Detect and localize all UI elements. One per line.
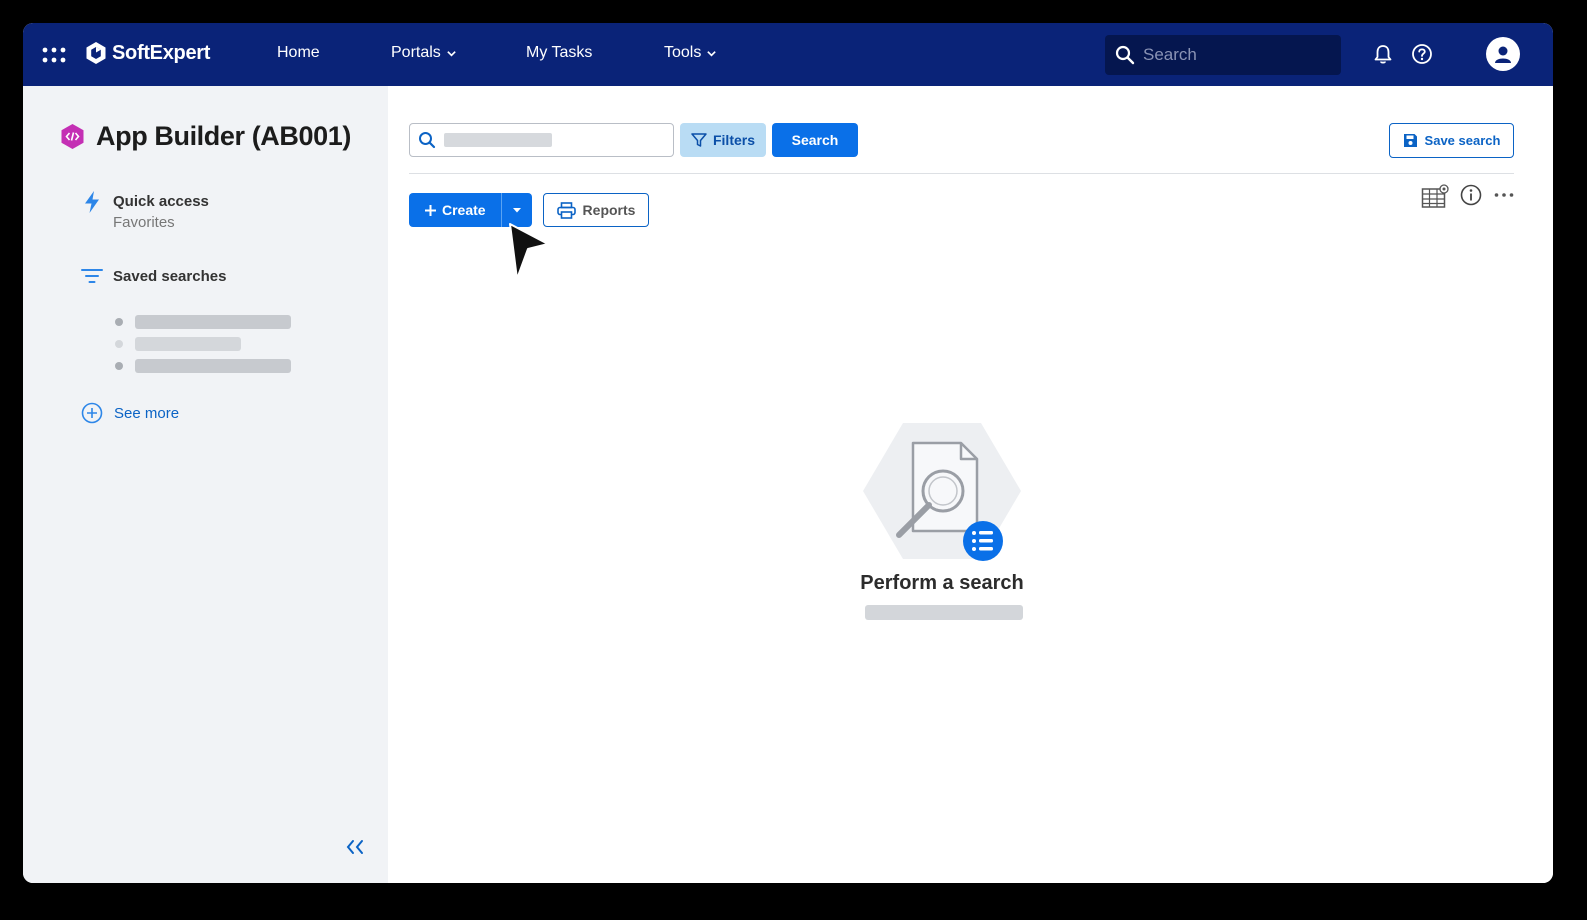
reports-button[interactable]: Reports (543, 193, 649, 227)
saved-searches-list (115, 311, 291, 377)
global-search-input[interactable] (1143, 45, 1323, 65)
list-item[interactable] (115, 355, 291, 377)
save-search-button[interactable]: Save search (1389, 123, 1514, 158)
nav-home[interactable]: Home (277, 44, 320, 62)
filter-lines-icon (81, 269, 103, 283)
filter-icon (691, 133, 707, 147)
search-button-label: Search (791, 132, 839, 148)
printer-icon (556, 201, 576, 219)
collapse-sidebar-icon[interactable] (345, 838, 367, 856)
mouse-pointer-icon (509, 223, 549, 280)
app-builder-icon (61, 124, 84, 149)
caret-down-icon (513, 208, 521, 213)
search-button[interactable]: Search (772, 123, 858, 157)
filters-button[interactable]: Filters (680, 123, 766, 157)
toolbar-divider (409, 173, 1514, 174)
lightning-icon (85, 191, 99, 213)
quick-access-subtitle[interactable]: Favorites (113, 214, 175, 231)
saved-searches-header[interactable]: Saved searches (81, 266, 226, 286)
search-icon (419, 132, 436, 149)
nav-tools-label: Tools (664, 44, 702, 61)
softexpert-logo-icon (86, 42, 106, 64)
quick-access-title: Quick access (113, 193, 209, 210)
brand-logo[interactable]: SoftExpert (84, 41, 210, 65)
info-icon[interactable] (1460, 184, 1482, 206)
list-item[interactable] (115, 333, 291, 355)
bullet (115, 318, 123, 326)
chevron-down-icon (707, 50, 717, 57)
skeleton-placeholder (135, 359, 291, 373)
bullet (115, 340, 123, 348)
search-input[interactable] (409, 123, 674, 157)
create-button[interactable]: Create (409, 193, 501, 227)
search-input-placeholder (444, 133, 552, 147)
list-item[interactable] (115, 311, 291, 333)
nav-my-tasks-label: My Tasks (526, 44, 593, 61)
app-title: App Builder (AB001) (59, 121, 351, 152)
main-content: Filters Search Save search Create Report… (388, 86, 1553, 883)
chevron-down-icon (447, 50, 456, 57)
more-options-icon[interactable] (1493, 184, 1515, 206)
empty-state-subtitle-placeholder (865, 605, 1023, 620)
app-title-text: App Builder (AB001) (96, 121, 351, 151)
reports-label: Reports (582, 202, 636, 218)
table-settings-icon[interactable] (1421, 184, 1449, 210)
save-search-label: Save search (1424, 133, 1501, 148)
skeleton-placeholder (135, 337, 241, 351)
brand-name: SoftExpert (112, 41, 211, 64)
sidebar: App Builder (AB001) Quick access Favorit… (23, 86, 388, 883)
filters-label: Filters (712, 132, 755, 148)
see-more-label: See more (114, 404, 180, 422)
global-search[interactable] (1105, 35, 1341, 75)
apps-grid-icon[interactable] (41, 44, 67, 66)
bell-icon[interactable] (1372, 43, 1394, 65)
help-icon[interactable] (1411, 43, 1433, 65)
create-label: Create (442, 202, 486, 218)
nav-home-label: Home (277, 44, 320, 61)
search-icon (1115, 45, 1135, 65)
empty-search-illustration (863, 423, 1021, 561)
avatar[interactable] (1486, 37, 1520, 71)
plus-icon (425, 204, 436, 216)
user-avatar-icon (1495, 46, 1511, 63)
skeleton-placeholder (135, 315, 291, 329)
floppy-disk-icon (1403, 134, 1417, 147)
saved-searches-title: Saved searches (113, 267, 227, 285)
nav-tools[interactable]: Tools (664, 44, 717, 62)
bullet (115, 362, 123, 370)
nav-my-tasks[interactable]: My Tasks (526, 44, 592, 62)
plus-circle-icon (81, 402, 103, 424)
nav-portals-label: Portals (391, 44, 441, 61)
empty-state-title: Perform a search (860, 572, 1024, 594)
top-navigation-bar: SoftExpert Home Portals My Tasks Tools (23, 23, 1553, 86)
see-more-link[interactable]: See more (81, 402, 179, 424)
app-window: SoftExpert Home Portals My Tasks Tools S… (23, 23, 1553, 883)
nav-portals[interactable]: Portals (391, 44, 457, 62)
